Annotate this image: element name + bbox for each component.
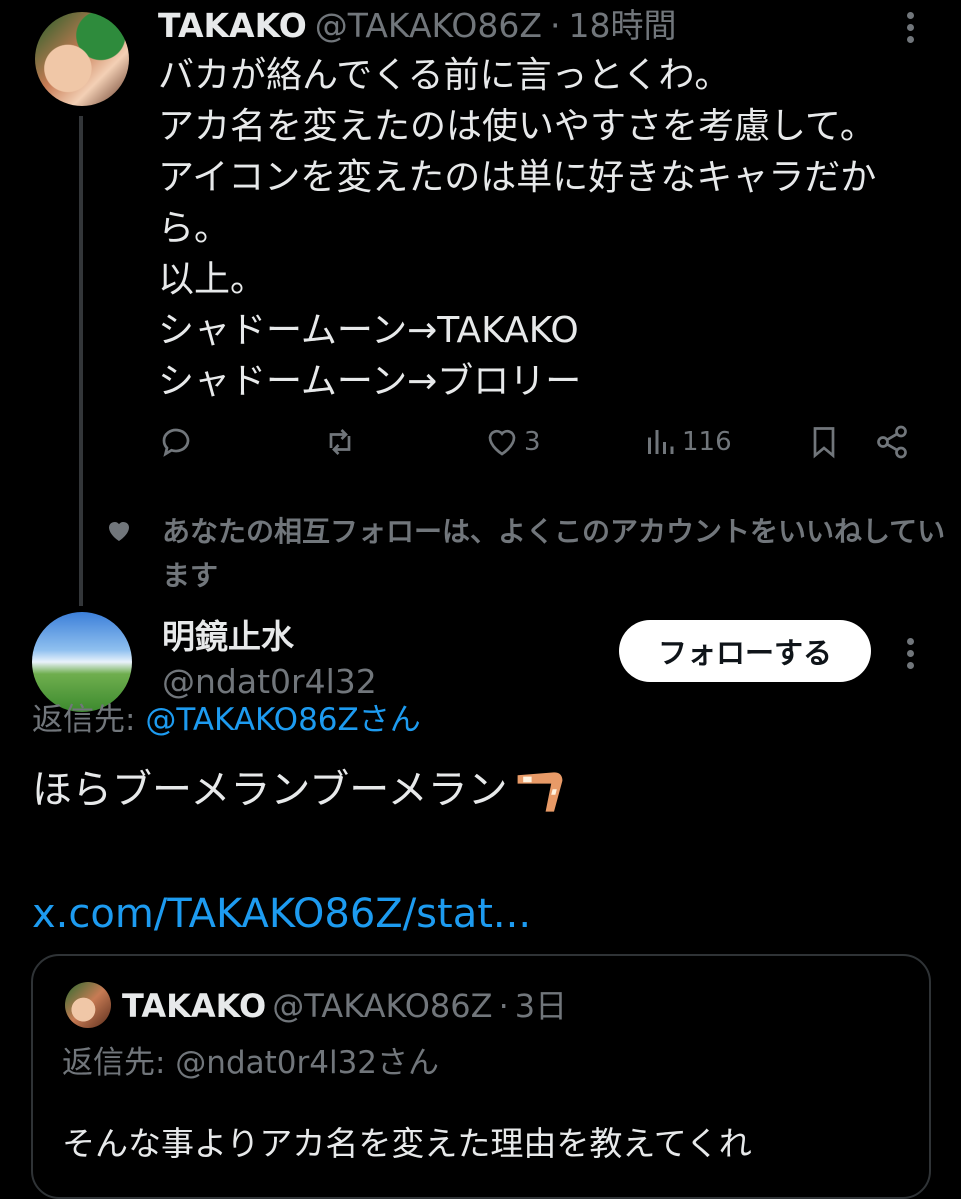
reply-context: 返信先: @TAKAKO86Zさん <box>32 698 421 742</box>
avatar-meikyoshisui[interactable] <box>32 612 132 712</box>
tweet2-text-row: ほらブーメランブーメラン <box>32 762 568 820</box>
avatar-takako[interactable] <box>35 12 129 106</box>
avatar-takako-small <box>65 982 111 1028</box>
reply-target-link[interactable]: @TAKAKO86Zさん <box>145 702 420 738</box>
heart-small-icon <box>109 522 129 541</box>
retweet-button[interactable] <box>322 420 358 464</box>
tweet-link[interactable]: x.com/TAKAKO86Z/stat... <box>32 886 531 942</box>
handle: @TAKAKO86Z <box>272 987 493 1025</box>
handle[interactable]: @TAKAKO86Z <box>315 6 542 45</box>
bookmark-button[interactable] <box>806 420 842 464</box>
tweet1-header: TAKAKO @TAKAKO86Z · 18時間 <box>158 4 684 48</box>
reply-icon <box>162 428 190 457</box>
timestamp: 3日 <box>514 987 568 1025</box>
separator: · <box>549 6 561 45</box>
like-count: 3 <box>524 427 541 457</box>
tweet1-text: バカが絡んでくる前に言っとくわ。 アカ名を変えたのは使いやすさを考慮して。 アイ… <box>158 55 877 402</box>
like-icon <box>488 429 516 456</box>
retweet-icon <box>329 429 351 455</box>
follow-button[interactable]: フォローする <box>619 620 871 682</box>
views-button[interactable]: 116 <box>642 420 732 464</box>
bookmark-icon <box>813 427 835 459</box>
more-icon[interactable] <box>907 12 915 48</box>
quote-header: TAKAKO @TAKAKO86Z · 3日 <box>122 984 573 1028</box>
tweet2-text: ほらブーメランブーメラン <box>32 767 508 813</box>
separator: · <box>498 987 509 1025</box>
display-name[interactable]: 明鏡止水 <box>162 614 294 660</box>
share-button[interactable] <box>874 420 910 464</box>
share-icon <box>877 425 907 459</box>
reply-button[interactable] <box>158 420 194 464</box>
views-icon <box>648 430 674 454</box>
views-count: 116 <box>682 427 732 457</box>
boomerang-emoji <box>517 772 563 812</box>
display-name: TAKAKO <box>122 987 267 1025</box>
thread-line <box>79 116 83 606</box>
timestamp[interactable]: 18時間 <box>568 6 676 45</box>
social-context-text: あなたの相互フォローは、よくこのアカウントをいいねしています <box>162 515 946 592</box>
like-button[interactable]: 3 <box>484 420 541 464</box>
quote-text: そんな事よりアカ名を変えた理由を教えてくれ <box>62 1124 752 1163</box>
more-icon[interactable] <box>907 638 915 674</box>
reply-prefix: 返信先: <box>32 702 136 738</box>
quote-reply-context: 返信先: @ndat0r4l32さん <box>62 1045 440 1081</box>
display-name[interactable]: TAKAKO <box>158 6 307 45</box>
